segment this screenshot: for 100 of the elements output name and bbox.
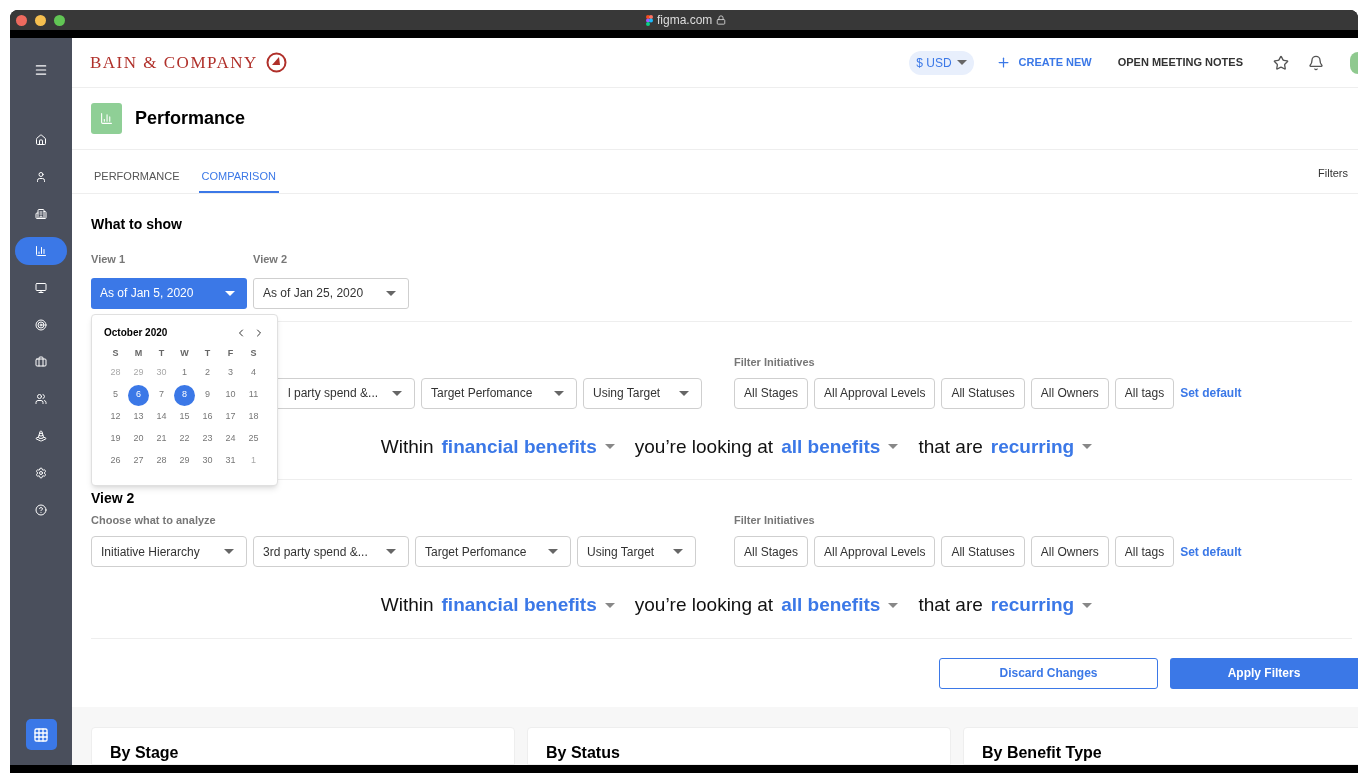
- calendar-day[interactable]: 24: [220, 428, 241, 450]
- calendar-day[interactable]: 3: [220, 362, 241, 384]
- plus-icon: [995, 55, 1011, 70]
- dropdown[interactable]: Using Target: [583, 377, 702, 409]
- tab[interactable]: COMPARISON: [198, 161, 279, 193]
- date-dropdown[interactable]: As of Jan 25, 2020: [253, 277, 409, 309]
- calendar-day[interactable]: 6: [128, 384, 149, 406]
- set-default-link[interactable]: Set default: [1180, 384, 1242, 402]
- filters-link[interactable]: Filters: [1318, 165, 1348, 182]
- sentence-text: Within: [380, 593, 434, 617]
- sentence-dropdown[interactable]: financial benefits: [441, 591, 615, 620]
- filter-button[interactable]: All Statuses: [941, 536, 1025, 567]
- weekday-label: W: [179, 347, 190, 361]
- calendar-day[interactable]: 10: [220, 384, 241, 406]
- lock-icon: [716, 15, 727, 25]
- calendar-day[interactable]: 22: [174, 428, 195, 450]
- logo-icon: [265, 52, 287, 73]
- caret-icon: [225, 290, 235, 296]
- page-icon: [91, 103, 122, 134]
- target-icon: [35, 319, 47, 331]
- date-dropdown[interactable]: As of Jan 5, 2020: [91, 277, 247, 309]
- filter-button[interactable]: All Owners: [1030, 536, 1109, 567]
- tab[interactable]: PERFORMANCE: [91, 161, 183, 193]
- create-new-button[interactable]: CREATE NEW: [995, 54, 1092, 71]
- calendar-day[interactable]: 30: [151, 362, 172, 384]
- people-icon: [35, 393, 47, 405]
- menu-icon[interactable]: [34, 63, 48, 77]
- app-logo-icon: [646, 14, 653, 26]
- filter-button[interactable]: All tags: [1114, 536, 1175, 567]
- sentence-dropdown[interactable]: all benefits: [781, 432, 899, 461]
- currency-selector[interactable]: $ USD: [909, 50, 974, 75]
- sidebar-item[interactable]: [15, 237, 67, 265]
- calendar-day[interactable]: 15: [174, 406, 195, 428]
- caret-icon: [1082, 602, 1093, 608]
- calendar-day[interactable]: 5: [105, 384, 126, 406]
- calendar-day[interactable]: 30: [197, 450, 218, 472]
- calendar-day[interactable]: 8: [174, 384, 195, 406]
- calendar-day[interactable]: 28: [151, 450, 172, 472]
- sentence-dropdown[interactable]: all benefits: [781, 591, 899, 620]
- calendar-day[interactable]: 16: [197, 406, 218, 428]
- set-default-link[interactable]: Set default: [1180, 542, 1242, 561]
- weekday-label: F: [226, 347, 235, 361]
- discard-button[interactable]: Discard Changes: [939, 657, 1158, 689]
- calendar-day[interactable]: 26: [105, 450, 126, 472]
- calendar-day[interactable]: 7: [151, 384, 172, 406]
- calendar-day[interactable]: 27: [128, 450, 149, 472]
- card-title: By Status: [546, 743, 620, 761]
- bell-icon[interactable]: [1308, 54, 1324, 71]
- filter-button[interactable]: All Approval Levels: [814, 377, 936, 409]
- section-title: What to show: [91, 215, 183, 234]
- filter-button[interactable]: All Approval Levels: [814, 536, 936, 567]
- calendar-day[interactable]: 23: [197, 428, 218, 450]
- dropdown[interactable]: Target Perfomance: [415, 536, 571, 567]
- dropdown[interactable]: 3rd party spend &...: [253, 536, 409, 567]
- caret-icon: [554, 390, 564, 396]
- field-label: Filter Initiatives: [734, 513, 816, 528]
- person-icon: [35, 171, 47, 183]
- weekday-label: T: [203, 347, 212, 361]
- sentence-dropdown[interactable]: recurring: [990, 591, 1093, 620]
- calendar-day[interactable]: 12: [105, 406, 126, 428]
- calendar-day[interactable]: 17: [220, 406, 241, 428]
- meeting-notes-button[interactable]: OPEN MEETING NOTES: [1117, 54, 1243, 71]
- dropdown[interactable]: Initiative Hierarchy: [91, 536, 247, 567]
- home-icon: [35, 134, 47, 146]
- calendar-day[interactable]: 9: [197, 384, 218, 406]
- apps-button[interactable]: [25, 719, 57, 750]
- calendar-day[interactable]: 13: [128, 406, 149, 428]
- calendar-day[interactable]: 1: [243, 450, 264, 472]
- sentence-text: you’re looking at: [634, 593, 774, 617]
- sentence-dropdown[interactable]: financial benefits: [441, 432, 615, 461]
- calendar-day[interactable]: 25: [243, 428, 264, 450]
- filter-button[interactable]: All Owners: [1030, 377, 1109, 409]
- caret-icon: [224, 549, 234, 554]
- apply-button[interactable]: Apply Filters: [1170, 657, 1358, 689]
- dropdown[interactable]: Using Target: [577, 536, 696, 567]
- calendar-day[interactable]: 20: [128, 428, 149, 450]
- weekday-label: M: [133, 347, 144, 361]
- sentence-dropdown[interactable]: recurring: [990, 432, 1093, 461]
- card-title: By Stage: [110, 743, 179, 761]
- caret-icon: [956, 60, 967, 65]
- calendar-day[interactable]: 29: [174, 450, 195, 472]
- dropdown[interactable]: Target Perfomance: [421, 377, 577, 409]
- filter-button[interactable]: All Stages: [734, 377, 809, 409]
- calendar-day[interactable]: 21: [151, 428, 172, 450]
- calendar-day[interactable]: 1: [174, 362, 195, 384]
- star-icon[interactable]: [1273, 54, 1289, 71]
- calendar-day[interactable]: 28: [105, 362, 126, 384]
- filter-button[interactable]: All Statuses: [941, 377, 1025, 409]
- calendar-day[interactable]: 31: [220, 450, 241, 472]
- calendar-day[interactable]: 19: [105, 428, 126, 450]
- section-title: View 2: [91, 489, 136, 502]
- calendar-day[interactable]: 18: [243, 406, 264, 428]
- cone-icon: [35, 430, 47, 442]
- url-text: figma.com: [657, 12, 713, 29]
- filter-button[interactable]: All Stages: [734, 536, 809, 567]
- calendar-day[interactable]: 14: [151, 406, 172, 428]
- calendar-day[interactable]: 29: [128, 362, 149, 384]
- filter-button[interactable]: All tags: [1114, 377, 1175, 409]
- caret-icon: [386, 549, 396, 554]
- calendar-day[interactable]: 2: [197, 362, 218, 384]
